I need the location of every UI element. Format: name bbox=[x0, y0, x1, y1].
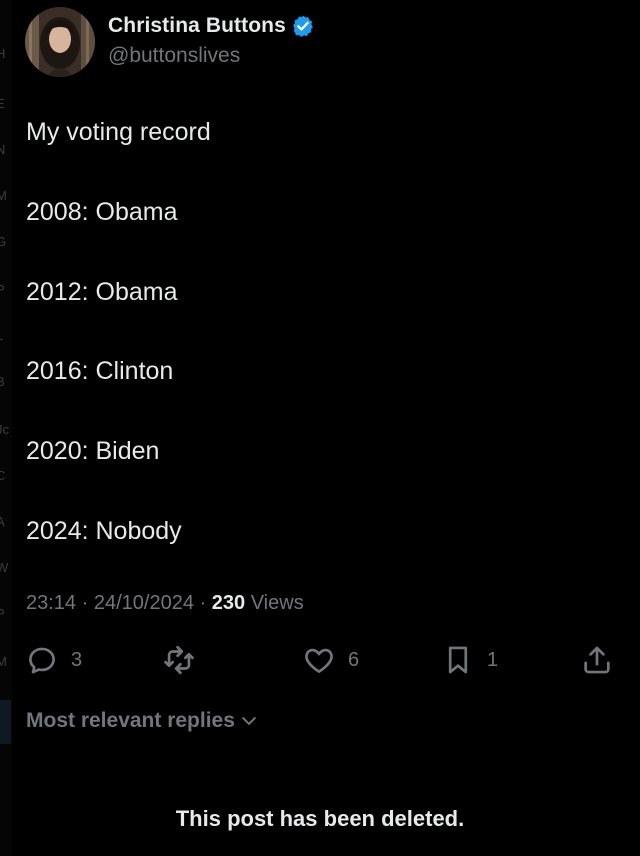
edge-fragment: L bbox=[0, 328, 3, 343]
edge-fragment: G bbox=[0, 234, 7, 249]
deleted-post-notice: This post has been deleted. bbox=[175, 806, 465, 831]
edge-fragment: B bbox=[0, 374, 5, 389]
like-icon bbox=[305, 648, 333, 673]
post-date[interactable]: 24/10/2024 bbox=[94, 592, 194, 614]
edge-fragment: A bbox=[0, 514, 5, 529]
post-text-line: 2008: Obama bbox=[26, 197, 178, 226]
edge-fragment: W bbox=[0, 560, 9, 575]
views-label: Views bbox=[250, 592, 304, 614]
edge-fragment: C bbox=[0, 468, 6, 483]
left-edge-fragment: H E N M G P L B Jc C A W P M bbox=[0, 0, 12, 856]
like-count: 6 bbox=[348, 648, 360, 671]
edge-fragment: H bbox=[0, 46, 6, 61]
bookmark-icon bbox=[448, 646, 468, 674]
share-icon bbox=[584, 646, 610, 674]
post-text-line: 2012: Obama bbox=[26, 277, 178, 306]
author-handle[interactable]: @buttonslives bbox=[108, 44, 240, 68]
replies-sort-dropdown[interactable]: Most relevant replies bbox=[26, 709, 259, 733]
post-text-line: 2020: Biden bbox=[26, 437, 160, 466]
replies-sort-label: Most relevant replies bbox=[26, 709, 235, 732]
edge-fragment: P bbox=[0, 282, 5, 297]
action-bar: 3 6 1 bbox=[0, 640, 640, 680]
verified-badge-icon bbox=[292, 15, 313, 37]
profile-photo-icon bbox=[25, 7, 95, 77]
bookmark-button[interactable]: 1 bbox=[441, 640, 498, 680]
edge-fragment: Jc bbox=[0, 422, 9, 437]
repost-button[interactable] bbox=[161, 640, 209, 680]
views-count: 230 bbox=[211, 592, 246, 614]
reply-button[interactable]: 3 bbox=[25, 640, 82, 680]
like-button[interactable]: 6 bbox=[302, 640, 359, 680]
post-meta: 23:14 · 24/10/2024 · 230 Views bbox=[26, 592, 304, 615]
edge-fragment: E bbox=[0, 96, 5, 111]
meta-separator: · bbox=[81, 592, 89, 614]
post-text-line: 2016: Clinton bbox=[26, 357, 174, 386]
edge-fragment: M bbox=[0, 188, 7, 203]
edge-highlight bbox=[0, 700, 11, 744]
meta-separator: · bbox=[199, 592, 207, 614]
post-text-line: 2024: Nobody bbox=[26, 516, 182, 545]
bookmark-count: 1 bbox=[487, 648, 499, 671]
repost-icon bbox=[164, 645, 194, 675]
author-name-row: Christina Buttons bbox=[108, 14, 314, 38]
share-button[interactable] bbox=[580, 640, 614, 680]
post-body: My voting record 2008: Obama 2012: Obama… bbox=[26, 117, 616, 596]
chevron-down-icon bbox=[242, 717, 256, 725]
author-display-name[interactable]: Christina Buttons bbox=[108, 14, 286, 38]
edge-fragment: N bbox=[0, 142, 6, 157]
avatar[interactable] bbox=[25, 7, 95, 77]
reply-icon bbox=[29, 647, 55, 674]
post-text-line: My voting record bbox=[26, 118, 211, 146]
reply-count: 3 bbox=[71, 648, 83, 671]
post-time[interactable]: 23:14 bbox=[26, 592, 76, 614]
edge-fragment: P bbox=[0, 606, 5, 621]
